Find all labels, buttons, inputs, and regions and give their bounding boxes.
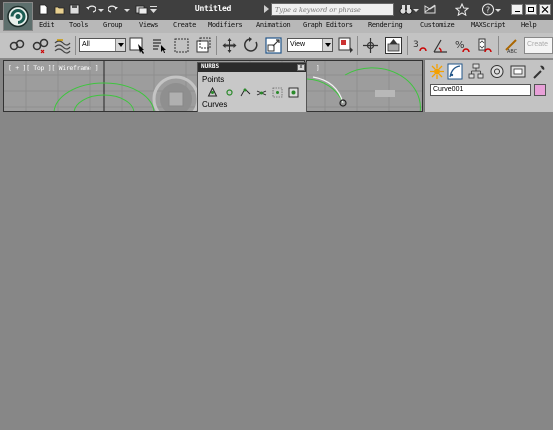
search-expand-icon[interactable] (264, 5, 269, 13)
display-tab-icon[interactable] (510, 63, 526, 80)
3d-snap-toggle-icon[interactable]: 3 (411, 37, 428, 54)
menu-customize[interactable]: Customize (420, 21, 455, 29)
title-bar: Untitled ? (0, 0, 553, 20)
command-panel: Curve001 (424, 60, 553, 112)
bind-to-space-warp-icon[interactable] (54, 37, 71, 54)
chevron-down-icon[interactable] (322, 39, 332, 51)
3dsmax-logo-icon (7, 5, 29, 28)
hierarchy-tab-icon[interactable] (468, 63, 484, 80)
percent-snap-toggle-icon[interactable]: % (454, 37, 471, 54)
application-button[interactable] (3, 2, 33, 31)
select-and-scale-icon[interactable] (265, 37, 282, 54)
menu-create[interactable]: Create (173, 21, 196, 29)
menu-edit[interactable]: Edit (39, 21, 55, 29)
svg-text:?: ? (486, 6, 490, 15)
redo-icon[interactable] (108, 4, 119, 15)
redo-dropdown-icon[interactable] (124, 4, 130, 15)
reference-coordinate-dropdown[interactable]: View (287, 38, 333, 52)
named-selection-sets-field[interactable]: Create (524, 37, 553, 54)
menu-modifiers[interactable]: Modifiers (208, 21, 243, 29)
selection-filter-value: All (82, 41, 90, 48)
object-name-field[interactable]: Curve001 (430, 84, 531, 96)
chevron-down-icon[interactable] (115, 39, 125, 51)
create-surface-point-icon[interactable] (272, 87, 283, 98)
open-file-icon[interactable] (54, 4, 65, 15)
undo-icon[interactable] (85, 4, 96, 15)
help-icon[interactable]: ? (481, 3, 495, 16)
utilities-tab-icon[interactable] (531, 63, 547, 80)
menu-bar: Edit Tools Group Views Create Modifiers … (35, 20, 553, 33)
spinner-snap-toggle-icon[interactable] (476, 37, 493, 54)
maximize-button[interactable] (525, 4, 537, 15)
svg-text:3: 3 (413, 40, 419, 50)
menu-tools[interactable]: Tools (69, 21, 88, 29)
selection-filter-dropdown[interactable]: All (79, 38, 126, 52)
create-curve-point-icon[interactable] (240, 87, 251, 98)
quick-access-dropdown-icon[interactable] (150, 4, 157, 15)
modify-tab-icon[interactable] (447, 63, 463, 80)
undo-dropdown-icon[interactable] (98, 4, 104, 15)
select-and-rotate-icon[interactable] (243, 37, 260, 54)
select-and-manipulate-icon[interactable] (362, 37, 379, 54)
communication-center-icon[interactable] (423, 3, 437, 16)
select-by-name-icon[interactable] (151, 37, 168, 54)
viewport-perspective[interactable]: ] (306, 60, 423, 112)
object-color-swatch[interactable] (534, 84, 546, 96)
menu-views[interactable]: Views (139, 21, 158, 29)
close-button[interactable] (539, 4, 551, 15)
project-folder-icon[interactable] (135, 4, 148, 15)
select-and-move-icon[interactable] (221, 37, 238, 54)
menu-graph-editors[interactable]: Graph Editors (303, 21, 353, 29)
create-surface-curve-point-icon[interactable] (288, 87, 299, 98)
nurbs-toolbox-close-button[interactable]: x (297, 64, 305, 71)
menu-maxscript[interactable]: MAXScript (471, 21, 506, 29)
favorites-star-icon[interactable] (455, 3, 469, 16)
unlink-selection-icon[interactable] (32, 37, 49, 54)
motion-tab-icon[interactable] (489, 63, 505, 80)
nurbs-toolbox: NURBS x Points Curves (197, 62, 307, 114)
window-crossing-icon[interactable] (195, 37, 212, 54)
search-input[interactable] (275, 5, 391, 15)
object-name-value: Curve001 (433, 86, 464, 93)
binoculars-icon[interactable] (399, 3, 413, 16)
points-section-label: Points (202, 75, 225, 84)
create-point-icon[interactable] (207, 87, 218, 98)
reference-coordinate-value: View (290, 41, 306, 48)
create-curve-curve-point-icon[interactable] (256, 87, 267, 98)
angle-snap-toggle-icon[interactable] (432, 37, 449, 54)
create-offset-point-icon[interactable] (224, 87, 235, 98)
search-field[interactable] (271, 3, 394, 16)
menu-group[interactable]: Group (103, 21, 122, 29)
main-toolbar: All View 3 % ABC Create (0, 33, 553, 59)
select-object-icon[interactable] (129, 37, 146, 54)
nurbs-toolbox-titlebar[interactable]: NURBS x (198, 63, 306, 72)
create-tab-icon[interactable] (429, 63, 445, 80)
pivot-point-center-icon[interactable] (337, 37, 354, 54)
viewport-grid: ] (307, 61, 422, 111)
keyboard-shortcut-override-icon[interactable] (385, 37, 402, 54)
new-file-icon[interactable] (38, 4, 49, 15)
binoculars-dropdown-icon[interactable] (413, 3, 419, 16)
workspace-background (0, 112, 553, 430)
menu-help[interactable]: Help (521, 21, 537, 29)
curves-section-label: Curves (202, 100, 228, 109)
svg-text:ABC: ABC (507, 49, 518, 54)
menu-rendering[interactable]: Rendering (368, 21, 403, 29)
named-selection-sets-placeholder: Create (527, 41, 549, 48)
menu-animation[interactable]: Animation (256, 21, 291, 29)
document-title: Untitled (194, 4, 232, 13)
help-dropdown-icon[interactable] (495, 3, 501, 16)
rectangular-selection-icon[interactable] (173, 37, 190, 54)
minimize-button[interactable] (511, 4, 523, 15)
svg-text:]: ] (316, 65, 320, 72)
select-and-link-icon[interactable] (9, 37, 26, 54)
nurbs-toolbox-title: NURBS (201, 63, 220, 70)
save-file-icon[interactable] (69, 4, 80, 15)
edit-named-selection-sets-icon[interactable]: ABC (503, 37, 520, 54)
